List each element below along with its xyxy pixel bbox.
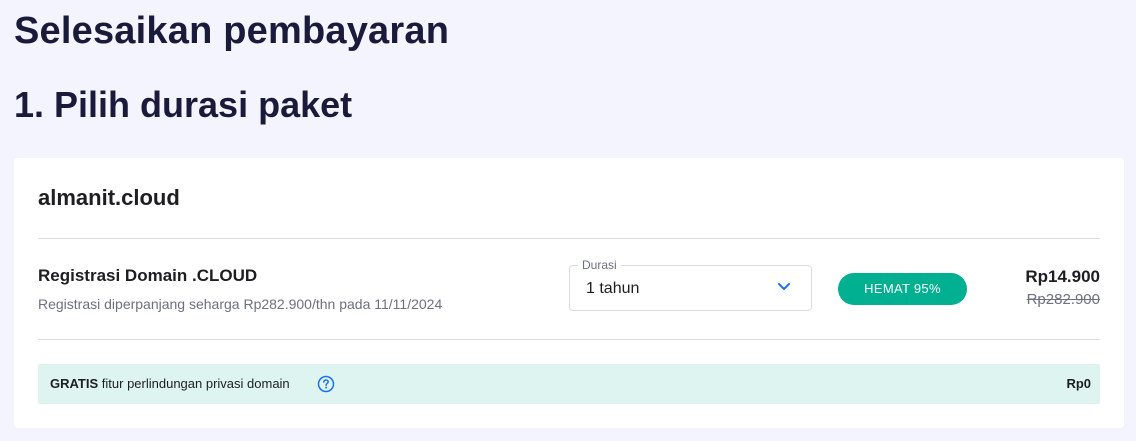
duration-label: Durasi [578, 257, 621, 273]
page-title: Selesaikan pembayaran [14, 10, 450, 52]
duration-select[interactable]: Durasi 1 tahun [569, 257, 812, 311]
discount-badge: HEMAT 95% [838, 273, 967, 305]
divider [38, 339, 1100, 340]
privacy-protection-row: GRATIS fitur perlindungan privasi domain… [38, 364, 1100, 404]
divider [38, 238, 1100, 239]
section-title: 1. Pilih durasi paket [14, 84, 353, 125]
domain-name: almanit.cloud [38, 185, 180, 210]
privacy-free-label: GRATIS [50, 376, 99, 391]
question-circle-icon[interactable] [317, 375, 335, 393]
privacy-text: GRATIS fitur perlindungan privasi domain [50, 375, 290, 393]
renewal-note: Registrasi diperpanjang seharga Rp282.90… [38, 296, 443, 312]
plan-card: almanit.cloud Registrasi Domain .CLOUD R… [14, 158, 1124, 428]
product-name: Registrasi Domain .CLOUD [38, 266, 258, 285]
privacy-description: fitur perlindungan privasi domain [101, 376, 290, 391]
duration-value: 1 tahun [586, 280, 640, 297]
chevron-down-icon [778, 283, 790, 290]
current-price: Rp14.900 [1025, 267, 1100, 286]
privacy-price: Rp0 [1066, 376, 1091, 391]
original-price: Rp282.900 [1026, 291, 1100, 308]
